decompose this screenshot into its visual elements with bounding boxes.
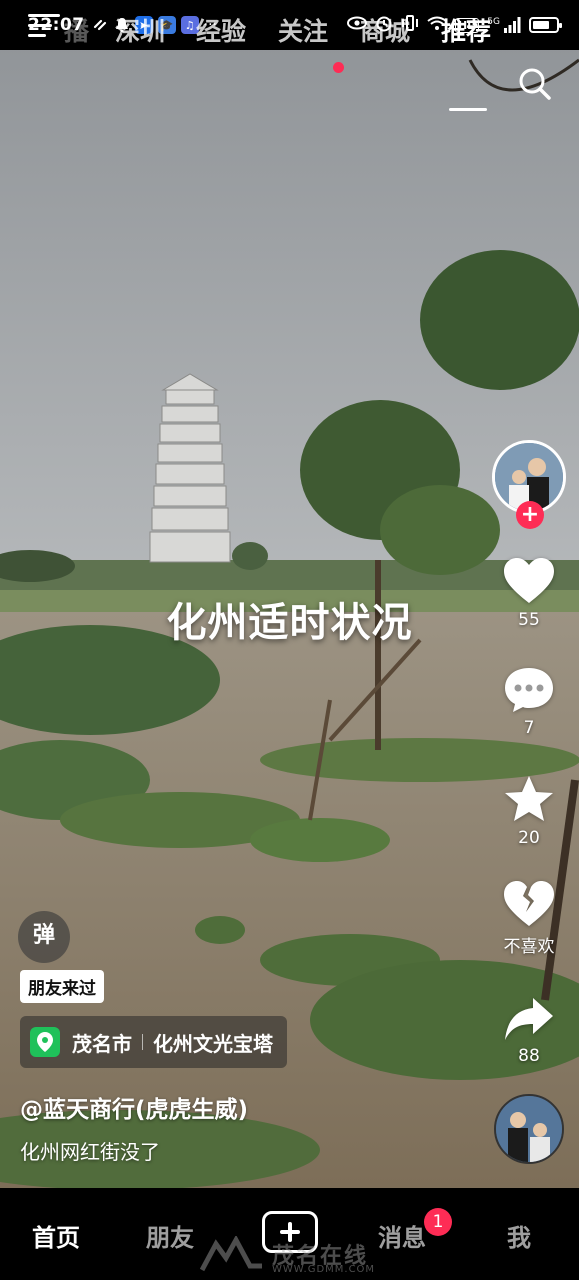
- location-city: 茂名市: [72, 1031, 132, 1056]
- watermark-logo-icon: [199, 1234, 262, 1272]
- like-button[interactable]: 55: [492, 556, 566, 630]
- star-icon: [505, 776, 553, 821]
- comment-icon: [505, 668, 553, 712]
- location-pin-icon: [30, 1027, 60, 1057]
- watermark-url: WWW.GDMM.COM: [272, 1264, 376, 1275]
- link-icon: [93, 18, 109, 32]
- tab-me[interactable]: 我: [507, 1218, 531, 1253]
- like-count: 55: [518, 610, 540, 630]
- favorite-button[interactable]: 20: [492, 774, 566, 848]
- tab-mall[interactable]: 商城: [360, 12, 410, 48]
- tab-shenzhen[interactable]: 深圳: [115, 12, 165, 48]
- top-nav: [0, 56, 579, 112]
- messages-badge: 1: [424, 1208, 452, 1236]
- battery-icon: [529, 17, 562, 33]
- tab-following[interactable]: 关注: [278, 12, 328, 48]
- share-count: 88: [518, 1046, 540, 1066]
- author-name[interactable]: @蓝天商行(虎虎生威): [20, 1090, 248, 1124]
- dislike-label: 不喜欢: [503, 937, 555, 957]
- share-arrow-icon: [505, 998, 553, 1040]
- site-watermark: 茂名在线 WWW.GDMM.COM: [199, 1234, 390, 1276]
- broken-heart-icon: [504, 881, 554, 926]
- menu-icon[interactable]: [28, 14, 60, 40]
- location-tag[interactable]: 茂名市 化州文光宝塔: [20, 1016, 287, 1068]
- tab-home[interactable]: 首页: [32, 1218, 80, 1253]
- video-description: 化州网红街没了: [20, 1140, 160, 1164]
- comment-button[interactable]: 7: [492, 666, 566, 738]
- favorite-count: 20: [518, 828, 540, 848]
- signal-icon: 5G: [487, 17, 521, 33]
- tab-live[interactable]: 播: [64, 12, 90, 48]
- follow-button[interactable]: +: [516, 501, 544, 529]
- friend-visited-badge: 朋友来过: [20, 970, 104, 1003]
- dislike-button[interactable]: 不喜欢: [492, 880, 566, 957]
- tab-friends[interactable]: 朋友: [146, 1218, 194, 1253]
- danmu-toggle-button[interactable]: 弹: [18, 911, 70, 963]
- heart-icon: [504, 558, 554, 603]
- share-button[interactable]: 88: [492, 996, 566, 1066]
- comment-count: 7: [523, 718, 535, 738]
- music-disc-avatar[interactable]: [494, 1094, 564, 1164]
- location-place: 化州文光宝塔: [153, 1031, 273, 1056]
- tab-recommended[interactable]: 推荐: [441, 12, 491, 48]
- tab-experience[interactable]: 经验: [196, 12, 246, 48]
- location-divider: [142, 1034, 143, 1050]
